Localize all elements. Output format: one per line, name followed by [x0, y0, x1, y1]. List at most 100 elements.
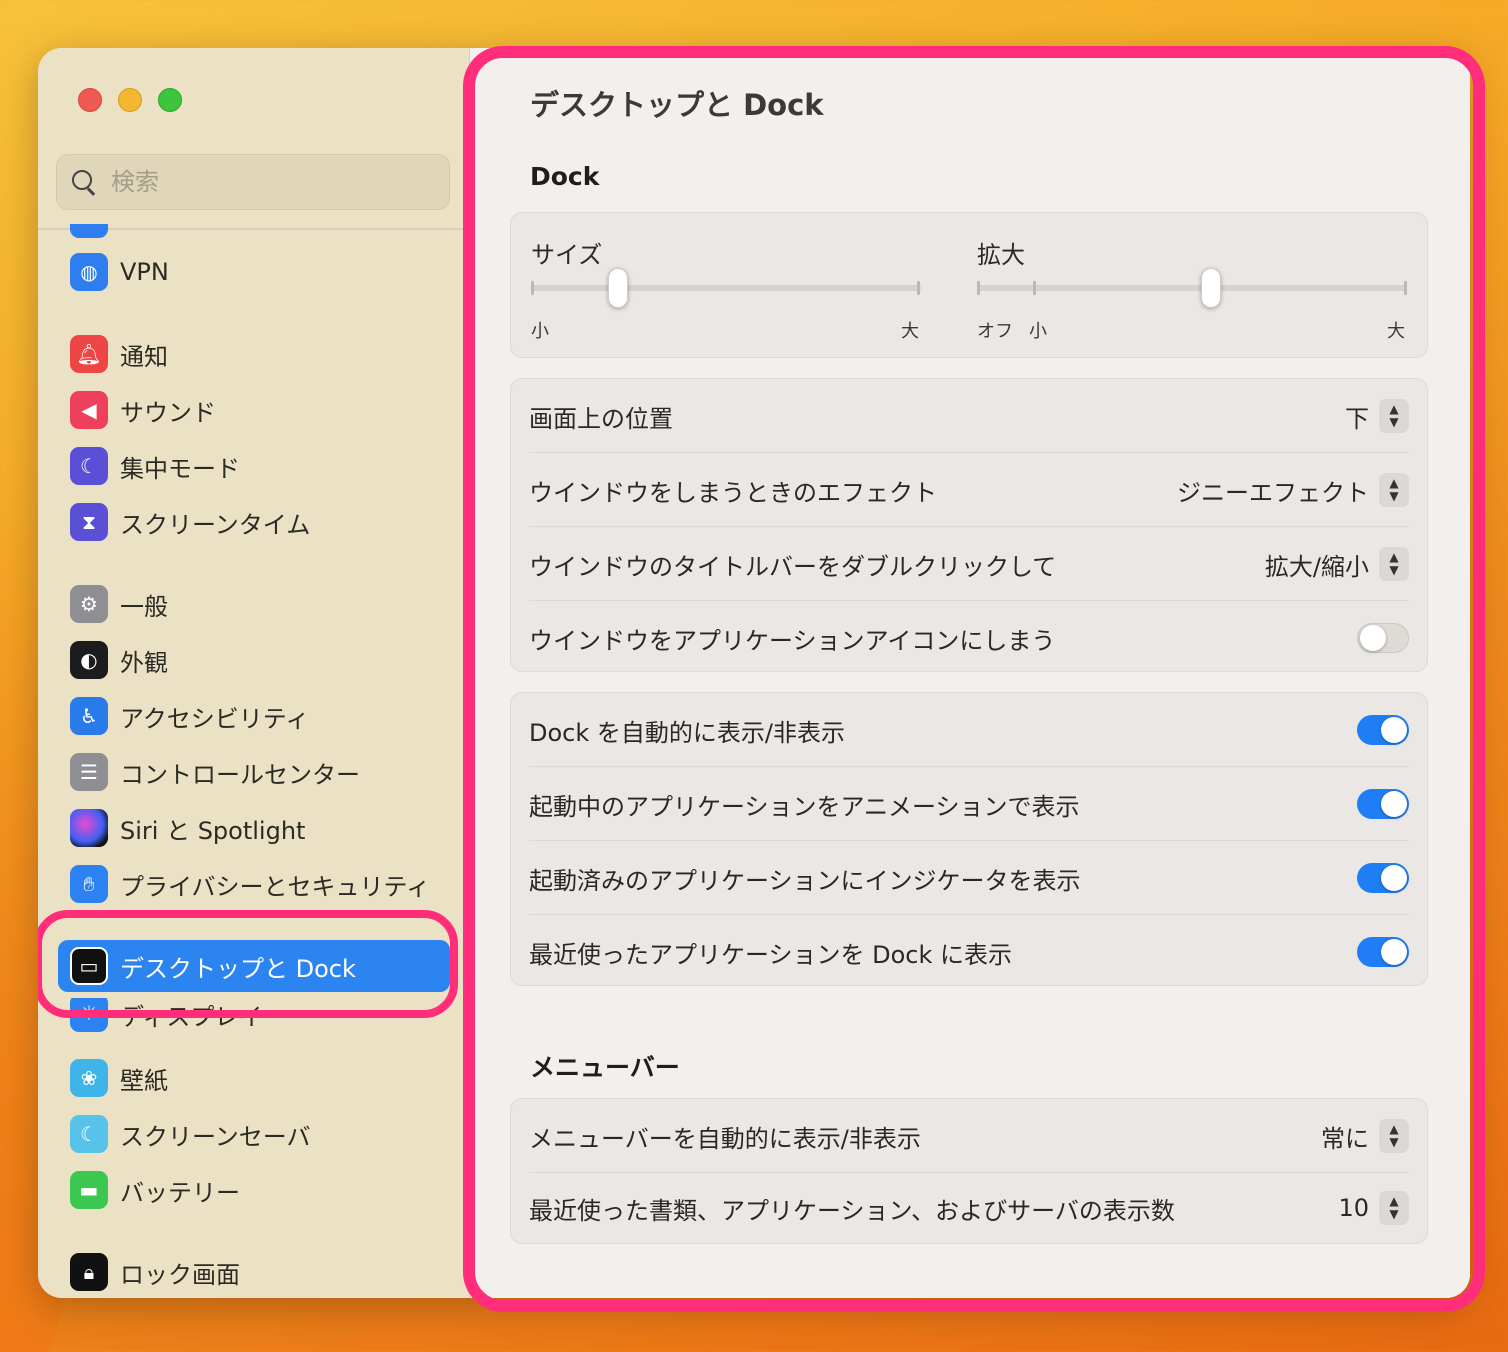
indicators-row: 起動済みのアプリケーションにインジケータを表示: [529, 841, 1409, 915]
chevron-updown-icon: ▲ ▼: [1379, 547, 1409, 581]
size-min-label: 小: [531, 321, 549, 342]
sidebar-item-label: アクセシビリティ: [120, 704, 310, 733]
system-settings-window: ◍ VPN 🔔︎ 通知 ◀︎ サウンド ☾ 集中モード ⧗ スクリーンタイム ⚙…: [38, 48, 1470, 1298]
minimize-effect-label: ウインドウをしまうときのエフェクト: [529, 478, 937, 507]
appearance-icon: ◐: [70, 641, 108, 679]
size-slider-knob[interactable]: [608, 268, 628, 308]
dock-section-heading: Dock: [530, 162, 600, 191]
bell-icon: 🔔︎: [70, 335, 108, 373]
recent-items-value: 10: [1338, 1194, 1369, 1222]
sidebar-item-label: スクリーンタイム: [120, 510, 311, 539]
sidebar-item-label: 壁紙: [120, 1066, 168, 1095]
double-click-popup[interactable]: 拡大/縮小 ▲ ▼: [1265, 547, 1409, 582]
sidebar-item-siri-spotlight[interactable]: Siri と Spotlight: [58, 802, 450, 854]
sidebar-item-appearance[interactable]: ◐ 外観: [58, 634, 450, 686]
sidebar-item-label: バッテリー: [120, 1178, 240, 1207]
sidebar-item-vpn[interactable]: ◍ VPN: [58, 246, 450, 298]
magnification-tick-min: [1033, 281, 1036, 295]
animate-row: 起動中のアプリケーションをアニメーションで表示: [529, 767, 1409, 841]
menubar-section-heading: メニューバー: [530, 1053, 680, 1082]
dock-size-card: サイズ 小 大 拡大 オフ 小 大: [510, 212, 1428, 358]
chevron-updown-icon: ▲ ▼: [1379, 399, 1409, 433]
position-label: 画面上の位置: [529, 404, 673, 433]
flower-icon: ❀: [70, 1059, 108, 1097]
chevron-updown-icon: ▲ ▼: [1379, 1119, 1409, 1153]
search-field[interactable]: [56, 154, 450, 210]
toggles-icon: ☰: [70, 753, 108, 791]
magnification-label: 拡大: [977, 241, 1025, 269]
recent-apps-label: 最近使ったアプリケーションを Dock に表示: [529, 940, 1013, 969]
sidebar-item-sound[interactable]: ◀︎ サウンド: [58, 384, 450, 436]
search-input[interactable]: [111, 168, 411, 196]
magnification-slider-track: [977, 285, 1407, 291]
double-click-label: ウインドウのタイトルバーをダブルクリックして: [529, 552, 1057, 581]
magnification-tick-off: [977, 281, 980, 295]
minimize-into-icon-row: ウインドウをアプリケーションアイコンにしまう: [529, 601, 1409, 675]
page-title: デスクトップと Dock: [530, 88, 824, 122]
zoom-button[interactable]: [158, 88, 182, 112]
sidebar-item-lock-screen[interactable]: 🔒︎ ロック画面: [58, 1246, 450, 1298]
hourglass-icon: ⧗: [70, 503, 108, 541]
sidebar-item-label: 通知: [120, 342, 168, 371]
double-click-row: ウインドウのタイトルバーをダブルクリックして 拡大/縮小 ▲ ▼: [529, 527, 1409, 601]
magnification-off-label: オフ: [977, 321, 1013, 342]
sidebar-item-accessibility[interactable]: ♿︎ アクセシビリティ: [58, 690, 450, 742]
sidebar-item-battery[interactable]: ▬ バッテリー: [58, 1164, 450, 1216]
sidebar-item-wallpaper[interactable]: ❀ 壁紙: [58, 1052, 450, 1104]
sidebar-item-label: VPN: [120, 258, 169, 286]
traffic-lights: [78, 88, 182, 112]
minimize-into-icon-toggle[interactable]: [1357, 623, 1409, 653]
recent-items-label: 最近使った書類、アプリケーション、およびサーバの表示数: [529, 1196, 1175, 1225]
double-click-value: 拡大/縮小: [1264, 552, 1369, 581]
magnification-slider-knob[interactable]: [1201, 268, 1221, 308]
sidebar: ◍ VPN 🔔︎ 通知 ◀︎ サウンド ☾ 集中モード ⧗ スクリーンタイム ⚙…: [38, 48, 470, 1298]
sidebar-item-notifications[interactable]: 🔔︎ 通知: [58, 328, 450, 380]
close-button[interactable]: [78, 88, 102, 112]
position-popup[interactable]: 下 ▲ ▼: [1345, 399, 1409, 434]
sidebar-item-label: 外観: [120, 648, 168, 677]
recent-items-popup[interactable]: 10 ▲ ▼: [1338, 1191, 1409, 1225]
minimize-into-icon-label: ウインドウをアプリケーションアイコンにしまう: [529, 626, 1056, 655]
indicators-toggle[interactable]: [1357, 863, 1409, 893]
chevron-updown-icon: ▲ ▼: [1379, 473, 1409, 507]
minimize-button[interactable]: [118, 88, 142, 112]
position-row: 画面上の位置 下 ▲ ▼: [529, 379, 1409, 453]
menubar-autohide-popup[interactable]: 常に ▲ ▼: [1321, 1119, 1409, 1154]
sidebar-item-label: Siri と Spotlight: [120, 816, 306, 845]
sidebar-item-focus[interactable]: ☾ 集中モード: [58, 440, 450, 492]
menubar-card: メニューバーを自動的に表示/非表示 常に ▲ ▼ 最近使った書類、アプリケーション…: [510, 1098, 1428, 1244]
sidebar-item-privacy-security[interactable]: ✋︎ プライバシーとセキュリティ: [58, 858, 450, 910]
size-label: サイズ: [531, 241, 603, 269]
toggle-knob: [1381, 717, 1407, 743]
magnification-min-label: 小: [1029, 321, 1047, 342]
search-icon: [71, 169, 97, 195]
toggle-knob: [1360, 625, 1386, 651]
menubar-autohide-label: メニューバーを自動的に表示/非表示: [529, 1124, 921, 1153]
menubar-autohide-value: 常に: [1321, 1124, 1369, 1153]
animate-toggle[interactable]: [1357, 789, 1409, 819]
menubar-autohide-row: メニューバーを自動的に表示/非表示 常に ▲ ▼: [529, 1099, 1409, 1173]
recent-items-row: 最近使った書類、アプリケーション、およびサーバの表示数 10 ▲ ▼: [529, 1171, 1409, 1245]
toggle-knob: [1381, 791, 1407, 817]
auto-hide-toggle[interactable]: [1357, 715, 1409, 745]
sidebar-item-label: コントロールセンター: [120, 760, 360, 789]
magnification-max-label: 大: [1387, 321, 1405, 342]
size-slider-track: [531, 285, 921, 291]
gear-icon: ⚙: [70, 585, 108, 623]
sidebar-item-screen-saver[interactable]: ☾ スクリーンセーバ: [58, 1108, 450, 1160]
sidebar-item-control-center[interactable]: ☰ コントロールセンター: [58, 746, 450, 798]
dock-toggles-card: Dock を自動的に表示/非表示 起動中のアプリケーションをアニメーションで表示…: [510, 692, 1428, 986]
sidebar-item-label: プライバシーとセキュリティ: [120, 872, 431, 901]
sidebar-item-general[interactable]: ⚙ 一般: [58, 578, 450, 630]
recent-apps-toggle[interactable]: [1357, 937, 1409, 967]
sidebar-item-label: スクリーンセーバ: [120, 1122, 311, 1151]
partial-sidebar-icon: [70, 224, 108, 238]
battery-icon: ▬: [70, 1171, 108, 1209]
size-tick-min: [531, 281, 534, 295]
size-tick-max: [917, 281, 920, 295]
animate-label: 起動中のアプリケーションをアニメーションで表示: [529, 792, 1080, 821]
recent-apps-row: 最近使ったアプリケーションを Dock に表示: [529, 915, 1409, 989]
sidebar-item-screen-time[interactable]: ⧗ スクリーンタイム: [58, 496, 450, 548]
minimize-effect-popup[interactable]: ジニーエフェクト ▲ ▼: [1177, 473, 1409, 508]
auto-hide-label: Dock を自動的に表示/非表示: [529, 718, 845, 747]
